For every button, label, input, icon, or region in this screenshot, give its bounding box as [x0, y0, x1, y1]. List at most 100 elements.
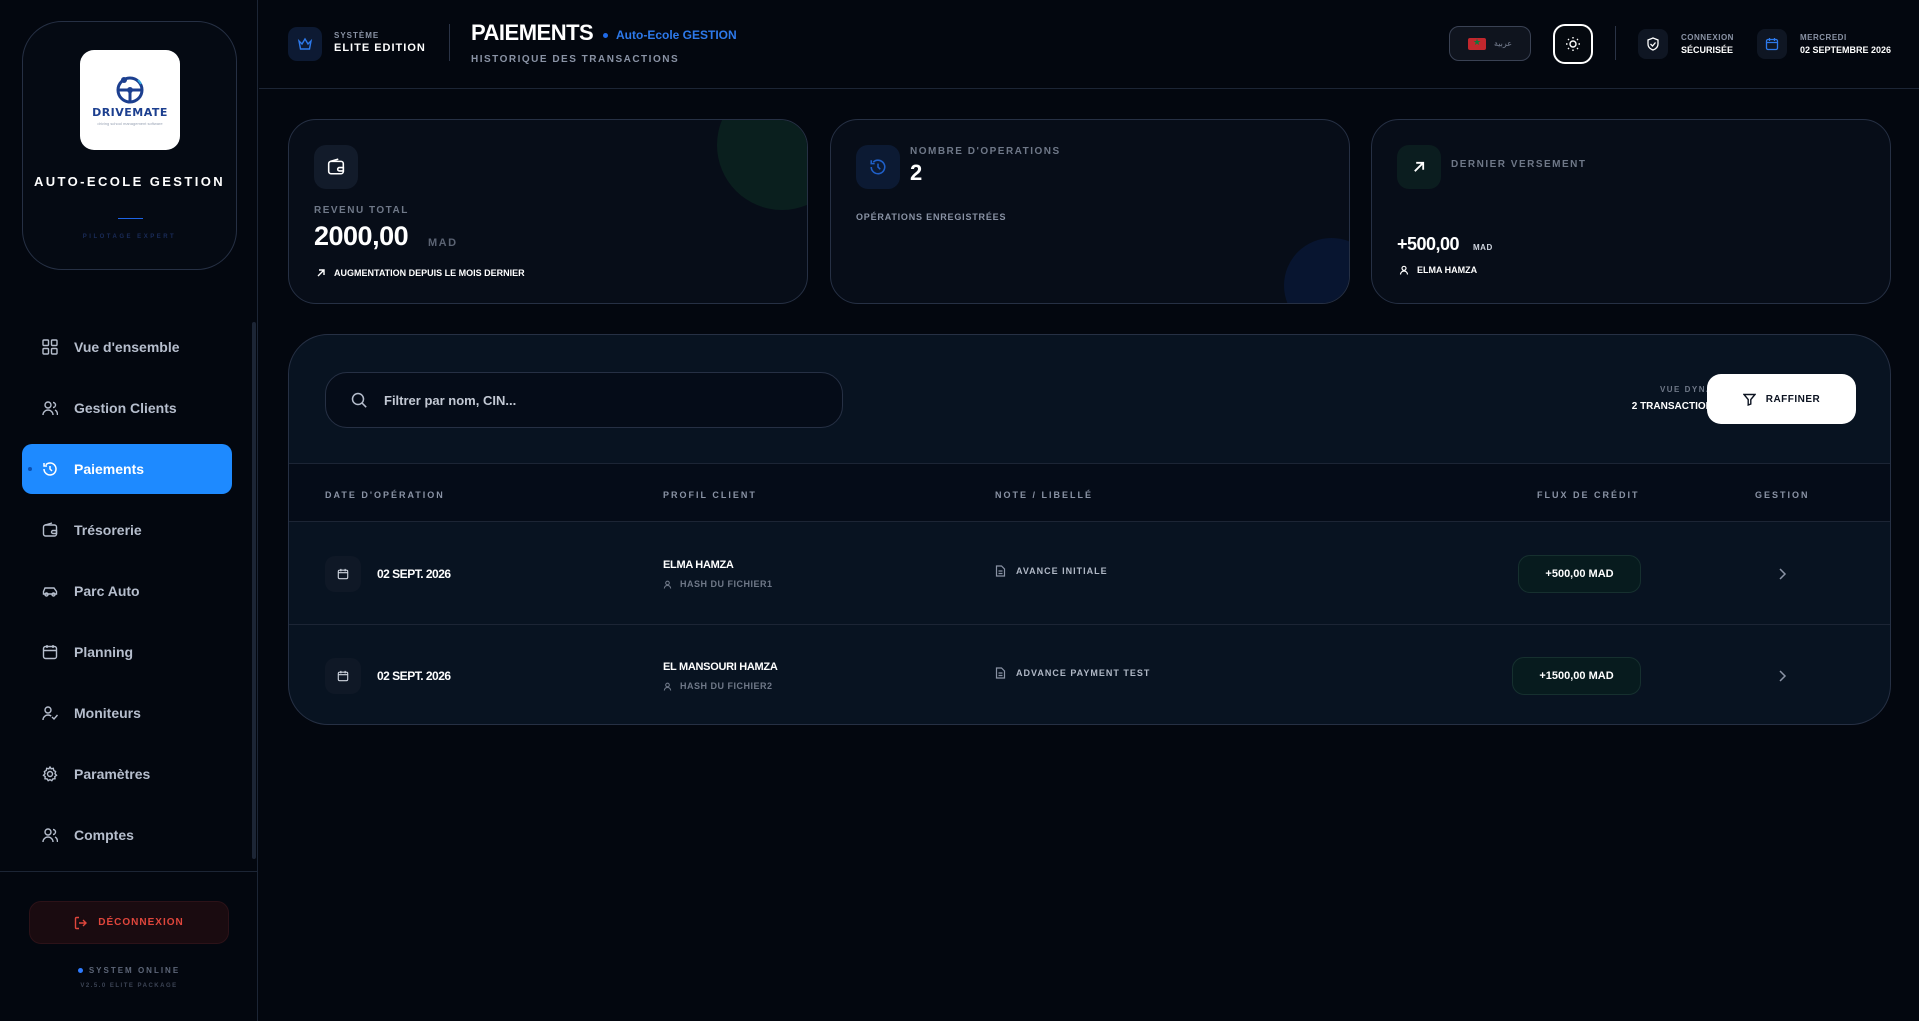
sidebar-item-label: Planning [74, 644, 134, 660]
client-hash-text: HASH DU FICHIER2 [680, 681, 773, 691]
transaction-note: AVANCE INITIALE [995, 565, 1108, 577]
column-header-date: DATE D'OPÉRATION [325, 490, 445, 500]
sidebar-scrollbar[interactable] [252, 322, 256, 859]
logout-label: DÉCONNEXION [98, 917, 184, 928]
column-header-management: GESTION [1755, 490, 1810, 500]
logo-subtext: driving school management software [97, 121, 163, 126]
system-status-text: SYSTEM ONLINE [88, 966, 181, 975]
sidebar-item-label: Vue d'ensemble [74, 339, 180, 355]
sidebar-nav: Vue d'ensemble Gestion Clients Paiements… [22, 322, 232, 871]
car-icon [42, 583, 58, 599]
version-text: V2.5.0 ELITE PACKAGE [80, 983, 178, 989]
logo-text: DRIVEMATE [92, 106, 168, 119]
client-name: ELMA HAMZA [663, 559, 734, 571]
document-icon [995, 565, 1006, 577]
client-hash: HASH DU FICHIER2 [663, 681, 773, 691]
users-icon [42, 400, 58, 416]
user-icon [663, 682, 672, 691]
calendar-icon [325, 658, 361, 694]
sidebar-item-vue-ensemble[interactable]: Vue d'ensemble [22, 322, 232, 372]
search-bar[interactable] [325, 372, 843, 428]
users-icon [42, 827, 58, 843]
transactions-panel: VUE DYNAMIQUE 2 TRANSACTIONSDE2 RAFFINER… [288, 334, 1891, 725]
system-label: SYSTÈME [334, 31, 380, 40]
morocco-flag-icon [1467, 37, 1486, 50]
brand-card: DRIVEMATE driving school management soft… [22, 21, 237, 270]
grid-icon [42, 339, 58, 355]
calendar-icon [1757, 29, 1787, 59]
table-row[interactable]: 02 SEPT. 2026 EL MANSOURI HAMZA HASH DU … [289, 625, 1890, 724]
sidebar-item-gestion-clients[interactable]: Gestion Clients [22, 383, 232, 433]
logout-button[interactable]: DÉCONNEXION [29, 901, 229, 944]
brand-subtitle: PILOTAGE EXPERT [82, 234, 177, 240]
system-status: SYSTEM ONLINE [0, 966, 258, 975]
shield-icon [1638, 29, 1668, 59]
column-header-note: NOTE / LIBELLÉ [995, 490, 1094, 500]
sidebar-item-label: Paiements [74, 461, 145, 477]
arrow-up-right-icon [1397, 145, 1441, 189]
sidebar-divider [0, 871, 258, 872]
history-icon [856, 145, 900, 189]
revenue-note: AUGMENTATION DEPUIS LE MOIS DERNIER [334, 268, 525, 278]
user-check-icon [42, 705, 58, 721]
revenue-label: REVENU TOTAL [314, 205, 409, 216]
last-payment-unit: MAD [1473, 243, 1493, 252]
sidebar-item-parametres[interactable]: Paramètres [22, 749, 232, 799]
sidebar-item-comptes[interactable]: Comptes [22, 810, 232, 860]
arrow-up-right-icon [317, 269, 325, 277]
connection-value: SÉCURISÉE [1681, 45, 1734, 55]
transaction-note: ADVANCE PAYMENT TEST [995, 667, 1150, 679]
sidebar-item-label: Comptes [74, 827, 134, 843]
sidebar-item-label: Gestion Clients [74, 400, 177, 416]
document-icon [995, 667, 1006, 679]
crown-icon [288, 27, 322, 61]
theme-toggle-button[interactable] [1553, 24, 1593, 64]
sidebar-item-paiements[interactable]: Paiements [22, 444, 232, 494]
refine-button[interactable]: RAFFINER [1707, 374, 1856, 424]
last-payment-client: ELMA HAMZA [1399, 265, 1477, 275]
revenue-card: REVENU TOTAL 2000,00 MAD AUGMENTATION DE… [288, 119, 808, 304]
sidebar: DRIVEMATE driving school management soft… [0, 0, 258, 1021]
sidebar-item-parc-auto[interactable]: Parc Auto [22, 566, 232, 616]
column-header-credit: FLUX DE CRÉDIT [1537, 490, 1640, 500]
day-label: MERCREDI [1800, 33, 1847, 42]
user-icon [1399, 265, 1409, 275]
column-header-client: PROFIL CLIENT [663, 490, 757, 500]
last-payment-value: +500,00 [1397, 234, 1460, 254]
table-row[interactable]: 02 SEPT. 2026 ELMA HAMZA HASH DU FICHIER… [289, 523, 1890, 625]
operations-note: OPÉRATIONS ENREGISTRÉES [856, 212, 1007, 222]
table-header: DATE D'OPÉRATION PROFIL CLIENT NOTE / LI… [289, 464, 1890, 522]
wallet-icon [314, 145, 358, 189]
sidebar-item-moniteurs[interactable]: Moniteurs [22, 688, 232, 738]
revenue-trend: AUGMENTATION DEPUIS LE MOIS DERNIER [316, 268, 525, 278]
search-input[interactable] [384, 392, 784, 408]
chevron-right-icon[interactable] [1774, 566, 1790, 582]
gear-icon [42, 766, 58, 782]
operations-label: NOMBRE D'OPERATIONS [910, 146, 1061, 157]
wallet-icon [42, 522, 58, 538]
sidebar-item-label: Moniteurs [74, 705, 141, 721]
client-hash-text: HASH DU FICHIER1 [680, 579, 773, 589]
sidebar-item-tresorerie[interactable]: Trésorerie [22, 505, 232, 555]
page-subtitle: Auto-Ecole GESTION [616, 28, 737, 42]
language-button[interactable]: عربية [1449, 26, 1531, 61]
brand-divider [118, 218, 143, 219]
chevron-right-icon[interactable] [1774, 668, 1790, 684]
revenue-value: 2000,00 [314, 221, 409, 251]
client-name: EL MANSOURI HAMZA [663, 661, 778, 673]
header-divider [1615, 26, 1616, 60]
card-decoration [717, 120, 807, 210]
top-header: SYSTÈME ELITE EDITION PAIEMENTS Auto-Eco… [259, 0, 1919, 89]
operations-value: 2 [910, 160, 922, 185]
last-payment-label: DERNIER VERSEMENT [1451, 159, 1587, 170]
user-icon [663, 580, 672, 589]
transaction-note-text: AVANCE INITIALE [1016, 566, 1108, 576]
refine-label: RAFFINER [1765, 393, 1821, 405]
sidebar-item-planning[interactable]: Planning [22, 627, 232, 677]
system-name: ELITE EDITION [334, 42, 426, 54]
page-title: PAIEMENTS [471, 20, 594, 45]
active-indicator [28, 467, 32, 471]
steering-wheel-icon [116, 76, 144, 104]
drivemate-logo: DRIVEMATE driving school management soft… [80, 50, 180, 150]
calendar-icon [325, 556, 361, 592]
